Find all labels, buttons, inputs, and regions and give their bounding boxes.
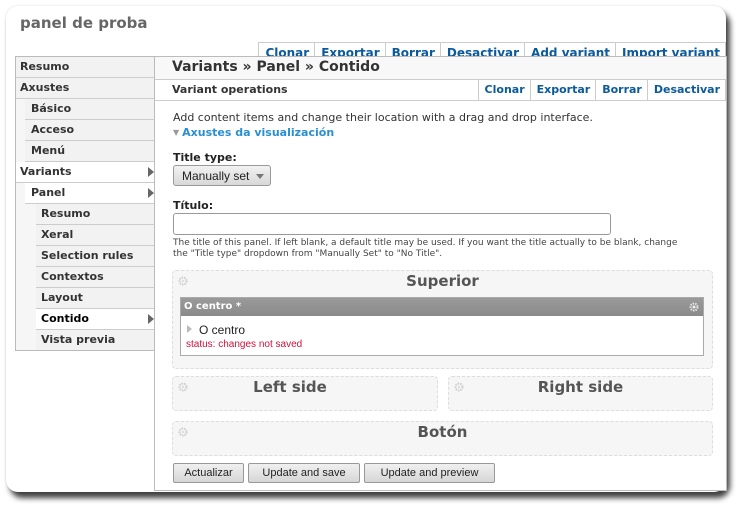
variant-operations-bar: Variant operations Clonar Exportar Borra… (155, 80, 726, 101)
display-settings-toggle[interactable]: ▼ Axustes da visualización (173, 126, 334, 139)
sidebar-item-contextos[interactable]: Contextos (36, 267, 156, 288)
pane-status: status: changes not saved (186, 339, 303, 350)
description-text: Add content items and change their locat… (173, 111, 593, 124)
sidebar-item-axustes[interactable]: Axustes (16, 78, 156, 99)
pane-gear-icon[interactable] (689, 302, 699, 312)
sidebar-item-contido[interactable]: Contido (36, 309, 156, 330)
chevron-down-icon (256, 174, 264, 179)
operations-title: Variant operations (172, 83, 288, 96)
region-left-side: Left side (172, 376, 438, 411)
sidebar-item-label: Variants (20, 165, 72, 178)
sidebar-item-resumo[interactable]: Resumo (16, 57, 156, 78)
pane-body: O centro status: changes not saved (181, 316, 703, 350)
titulo-help-text: The title of this panel. If left blank, … (173, 238, 678, 259)
sidebar-item-label: Selection rules (41, 249, 134, 262)
pane-name: O centro (199, 323, 246, 337)
expand-triangle-icon[interactable] (187, 325, 192, 333)
region-title: Right side (537, 378, 624, 396)
sidebar-item-label: Layout (41, 291, 83, 304)
sidebar-item-menu[interactable]: Menú (25, 141, 156, 162)
sidebar-item-label: Resumo (20, 60, 70, 73)
sidebar-nav: Resumo Axustes Básico Acceso Menú Varian… (15, 56, 156, 351)
titulo-label: Título: (173, 199, 214, 212)
titulo-input[interactable] (173, 213, 611, 235)
op-tab-clonar[interactable]: Clonar (478, 80, 531, 100)
region-right-side: Right side (448, 376, 713, 411)
sidebar-item-label: Básico (31, 102, 72, 115)
op-tab-borrar[interactable]: Borrar (596, 80, 648, 100)
update-button[interactable]: Actualizar (173, 463, 244, 483)
region-boton: Botón (172, 421, 713, 456)
sidebar-item-label: Xeral (41, 228, 74, 241)
sidebar-item-basico[interactable]: Básico (25, 99, 156, 120)
title-type-value: Manually set (182, 169, 250, 183)
sidebar-item-label: Panel (31, 186, 66, 199)
sidebar-item-variants[interactable]: Variants (16, 162, 156, 183)
main-content: Variants » Panel » Contido Variant opera… (154, 56, 727, 491)
site-title: panel de proba (20, 14, 148, 32)
sidebar-item-label: Contido (41, 312, 89, 325)
region-title: Left side (253, 378, 327, 396)
region-title: Superior (406, 272, 479, 290)
sidebar-item-xeral[interactable]: Xeral (36, 225, 156, 246)
title-type-select[interactable]: Manually set (173, 165, 271, 186)
op-tab-desactivar[interactable]: Desactivar (647, 80, 726, 100)
region-title: Botón (417, 423, 468, 441)
update-and-save-button[interactable]: Update and save (248, 463, 360, 483)
sidebar-item-label: Vista previa (41, 333, 116, 346)
toggle-label: Axustes da visualización (182, 126, 335, 139)
sidebar-item-acceso[interactable]: Acceso (25, 120, 156, 141)
browser-window: panel de proba Clonar Exportar Borrar De… (6, 6, 727, 492)
region-superior: Superior O centro * O centro status: cha… (172, 270, 713, 369)
content-pane[interactable]: O centro * O centro status: changes not … (180, 297, 704, 356)
pane-header-label: O centro * (184, 301, 242, 312)
title-type-label: Title type: (173, 151, 237, 164)
sidebar-item-label: Contextos (41, 270, 104, 283)
sidebar-item-panel-resumo[interactable]: Resumo (36, 204, 156, 225)
collapse-triangle-icon: ▼ (173, 128, 180, 137)
sidebar-item-panel[interactable]: Panel (25, 183, 156, 204)
op-tab-exportar[interactable]: Exportar (530, 80, 597, 100)
sidebar-item-selection-rules[interactable]: Selection rules (36, 246, 156, 267)
page-title: Variants » Panel » Contido (155, 56, 726, 80)
update-and-preview-button[interactable]: Update and preview (364, 463, 495, 483)
sidebar-item-label: Resumo (41, 207, 91, 220)
sidebar-item-label: Axustes (20, 81, 70, 94)
pane-header[interactable]: O centro * (181, 298, 703, 316)
sidebar-item-vista-previa[interactable]: Vista previa (36, 330, 156, 350)
sidebar-item-label: Acceso (31, 123, 75, 136)
sidebar-item-layout[interactable]: Layout (36, 288, 156, 309)
operation-tabs: Clonar Exportar Borrar Desactivar (477, 80, 726, 100)
sidebar-item-label: Menú (31, 144, 66, 157)
